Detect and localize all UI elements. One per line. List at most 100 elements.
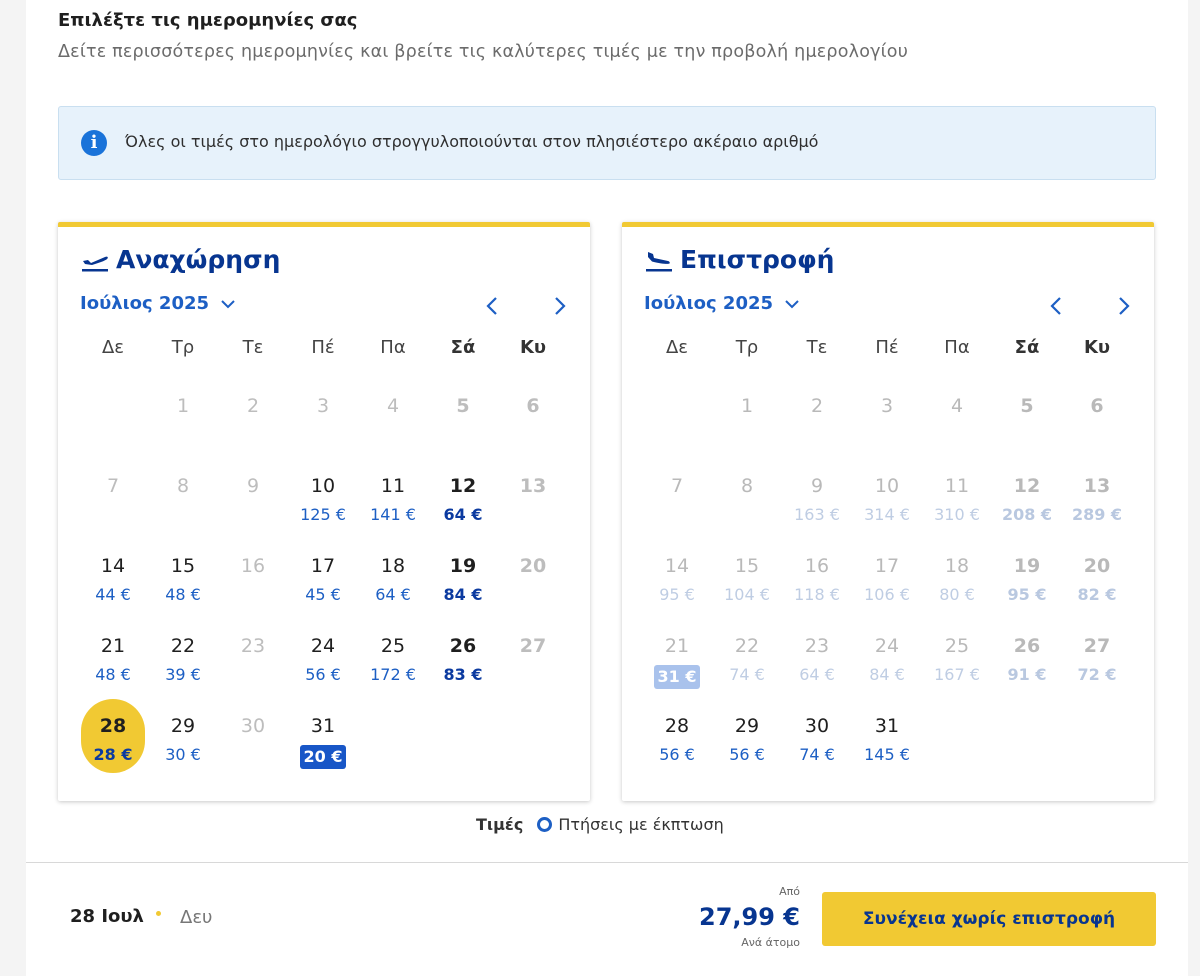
- departure-prev-month-button[interactable]: [482, 295, 504, 317]
- info-icon: i: [81, 130, 107, 156]
- departure-next-month-button[interactable]: [548, 295, 570, 317]
- day-number: 9: [810, 475, 824, 497]
- day-cell: 27: [498, 617, 568, 697]
- day-price: 39 €: [165, 665, 201, 684]
- day-number: 3: [880, 395, 894, 417]
- weekday-header: Πέ: [311, 337, 335, 358]
- day-cell[interactable]: 11 141 €: [358, 457, 428, 537]
- plane-takeoff-icon: [80, 247, 110, 273]
- day-cell: 8: [148, 457, 218, 537]
- day-cell[interactable]: 25 172 €: [358, 617, 428, 697]
- day-cell[interactable]: 22 39 €: [148, 617, 218, 697]
- departure-calendar: Αναχώρηση Ιούλιος 2025 Δε Τρ Τε Πέ Πα Σά Κυ 1 2 3…: [58, 222, 590, 801]
- weekday-header: Σά: [450, 337, 476, 358]
- day-number: 24: [874, 635, 900, 657]
- weekday-header: Κυ: [519, 337, 547, 358]
- day-number: 11: [944, 475, 970, 497]
- day-number: 28: [664, 715, 690, 737]
- day-cell: 19 95 €: [992, 537, 1062, 617]
- date-selection-panel: Επιλέξτε τις ημερομηνίες σας Δείτε περισ…: [26, 0, 1188, 976]
- chevron-down-icon: [783, 295, 801, 313]
- day-price: 125 €: [300, 505, 346, 524]
- day-price: 30 €: [165, 745, 201, 764]
- return-month-selector[interactable]: Ιούλιος 2025: [644, 293, 801, 314]
- day-price: 172 €: [370, 665, 416, 684]
- lowest-price-badge: 31 €: [653, 665, 701, 689]
- departure-header: Αναχώρηση: [80, 245, 280, 274]
- day-cell[interactable]: 26 83 €: [428, 617, 498, 697]
- day-cell: 10 314 €: [852, 457, 922, 537]
- day-cell[interactable]: 12 64 €: [428, 457, 498, 537]
- day-cell[interactable]: 29 30 €: [148, 697, 218, 777]
- day-cell: 9: [218, 457, 288, 537]
- day-cell: 1: [148, 377, 218, 457]
- day-price: 167 €: [934, 665, 980, 684]
- day-number: 12: [1013, 475, 1041, 497]
- day-cell[interactable]: 21 48 €: [78, 617, 148, 697]
- day-number: 2: [246, 395, 260, 417]
- day-cell[interactable]: 31 145 €: [852, 697, 922, 777]
- day-price: 64 €: [799, 665, 835, 684]
- day-price: 64 €: [375, 585, 411, 604]
- page-title: Επιλέξτε τις ημερομηνίες σας: [58, 10, 358, 31]
- day-cell[interactable]: 15 48 €: [148, 537, 218, 617]
- day-number: 9: [246, 475, 260, 497]
- day-cell[interactable]: 30 74 €: [782, 697, 852, 777]
- day-number: 17: [874, 555, 900, 577]
- day-cell[interactable]: 14 44 €: [78, 537, 148, 617]
- day-cell[interactable]: 18 64 €: [358, 537, 428, 617]
- day-number: 16: [804, 555, 830, 577]
- day-number: 15: [734, 555, 760, 577]
- footer-divider: [26, 862, 1188, 863]
- departure-day-grid: Δε Τρ Τε Πέ Πα Σά Κυ 1 2 3 4 5 6 7 8 9 10 125 €11 141 €12 6…: [78, 337, 568, 777]
- return-next-month-button[interactable]: [1112, 295, 1134, 317]
- day-number: 10: [874, 475, 900, 497]
- day-price: 118 €: [794, 585, 840, 604]
- day-cell[interactable]: 29 56 €: [712, 697, 782, 777]
- day-price: 45 €: [305, 585, 341, 604]
- day-price: 95 €: [1007, 585, 1047, 604]
- day-cell: 2: [218, 377, 288, 457]
- departure-month-selector[interactable]: Ιούλιος 2025: [80, 293, 237, 314]
- day-cell: 1: [712, 377, 782, 457]
- day-cell[interactable]: 31 20 €: [288, 697, 358, 777]
- day-cell[interactable]: 17 45 €: [288, 537, 358, 617]
- day-cell[interactable]: 19 84 €: [428, 537, 498, 617]
- day-number: 5: [1020, 395, 1034, 417]
- info-banner: i Όλες οι τιμές στο ημερολόγιο στρογγυλο…: [58, 106, 1156, 180]
- day-number: 11: [380, 475, 406, 497]
- day-number: 13: [519, 475, 547, 497]
- return-month-label: Ιούλιος 2025: [644, 293, 774, 314]
- day-price: 208 €: [1001, 505, 1053, 524]
- day-cell: 5: [992, 377, 1062, 457]
- day-cell[interactable]: 24 56 €: [288, 617, 358, 697]
- day-price: 84 €: [443, 585, 483, 604]
- day-number: 23: [804, 635, 830, 657]
- day-cell: 20: [498, 537, 568, 617]
- day-cell[interactable]: 10 125 €: [288, 457, 358, 537]
- day-number: 1: [740, 395, 754, 417]
- day-number: 13: [1083, 475, 1111, 497]
- plane-landing-icon: [644, 247, 674, 273]
- day-cell: 15 104 €: [712, 537, 782, 617]
- day-number: 4: [950, 395, 964, 417]
- day-number: 25: [380, 635, 406, 657]
- return-prev-month-button[interactable]: [1046, 295, 1068, 317]
- day-price: 48 €: [95, 665, 131, 684]
- day-number: 26: [449, 635, 477, 657]
- day-cell[interactable]: 28 56 €: [642, 697, 712, 777]
- day-price: 48 €: [165, 585, 201, 604]
- day-cell: 23 64 €: [782, 617, 852, 697]
- day-price: 56 €: [659, 745, 695, 764]
- total-price: 27,99 €: [699, 903, 800, 931]
- day-number: 7: [670, 475, 684, 497]
- day-price: 289 €: [1071, 505, 1123, 524]
- day-cell[interactable]: 28 28 €: [78, 697, 148, 777]
- continue-without-return-button[interactable]: Συνέχεια χωρίς επιστροφή: [822, 892, 1156, 946]
- day-number: 31: [874, 715, 900, 737]
- day-cell: 21 31 €: [642, 617, 712, 697]
- day-price: 56 €: [729, 745, 765, 764]
- return-day-grid: Δε Τρ Τε Πέ Πα Σά Κυ 1 2 3 4 5 6 7 8 9 163 €10 314 €11 310…: [642, 337, 1132, 777]
- day-cell: 18 80 €: [922, 537, 992, 617]
- day-number: 3: [316, 395, 330, 417]
